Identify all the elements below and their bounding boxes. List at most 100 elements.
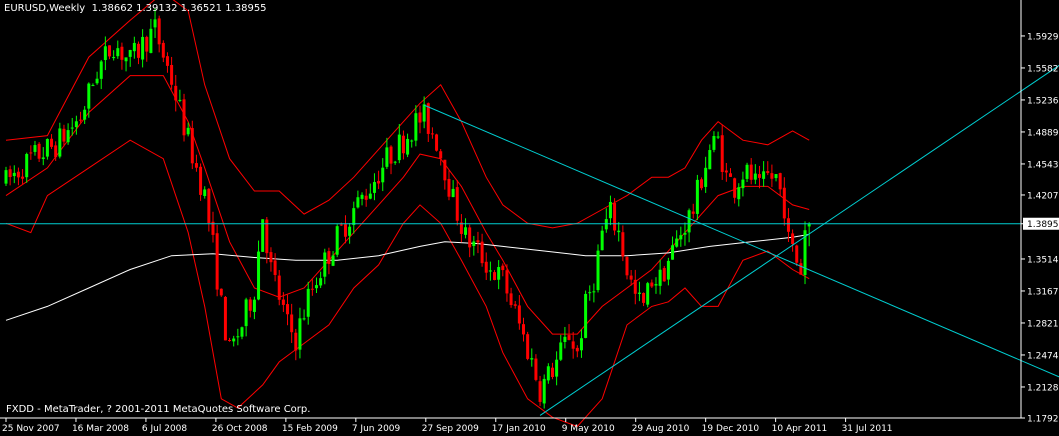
candle-body xyxy=(108,45,111,57)
candle-body xyxy=(182,99,186,136)
candle-body xyxy=(650,282,654,287)
candle-body xyxy=(455,187,459,221)
candle-body xyxy=(414,113,418,141)
candle-body xyxy=(646,283,650,305)
candle-body xyxy=(737,187,741,200)
candle-body xyxy=(310,288,314,290)
candle-body xyxy=(236,336,240,338)
candle-body xyxy=(704,167,708,187)
candle-body xyxy=(16,171,20,178)
candle-body xyxy=(66,130,70,143)
candle-body xyxy=(592,291,596,293)
candle-body xyxy=(625,257,629,276)
candle-body xyxy=(766,171,770,174)
candle-body xyxy=(306,288,310,317)
candle-body xyxy=(418,112,422,123)
candle-body xyxy=(294,332,298,351)
x-tick-label: 16 Mar 2008 xyxy=(72,424,129,434)
candle-body xyxy=(79,119,83,121)
candle-body xyxy=(331,255,335,266)
chart-background xyxy=(0,0,1059,436)
candle-body xyxy=(70,127,74,129)
candle-body xyxy=(600,230,604,251)
candle-body xyxy=(265,219,269,254)
candle-body xyxy=(799,263,803,275)
candle-body xyxy=(422,104,426,122)
candle-body xyxy=(95,78,99,84)
x-tick-label: 19 Dec 2010 xyxy=(702,424,760,434)
candle-body xyxy=(637,292,641,294)
candle-body xyxy=(339,224,343,226)
candle-body xyxy=(716,136,720,138)
y-tick-label: 1.31675 xyxy=(1027,287,1059,297)
candle-body xyxy=(579,338,583,351)
candle-body xyxy=(356,197,360,208)
candle-body xyxy=(488,270,492,272)
x-tick-label: 26 Oct 2008 xyxy=(212,424,268,434)
candle-body xyxy=(149,28,153,53)
candle-body xyxy=(729,173,732,177)
candle-body xyxy=(596,250,600,291)
x-tick-label: 25 Nov 2007 xyxy=(2,424,60,434)
candle-body xyxy=(542,378,546,404)
candle-body xyxy=(480,241,484,264)
candle-body xyxy=(563,336,567,342)
candle-body xyxy=(633,279,637,294)
candle-body xyxy=(343,224,347,237)
price-chart[interactable]: 1.59290 1.55825 1.52360 1.48895 1.45430 1.420… xyxy=(0,0,1059,436)
candle-body xyxy=(555,359,559,377)
candle-body xyxy=(228,339,232,341)
y-tick-label: 1.35140 xyxy=(1027,255,1059,265)
y-tick-label: 1.55825 xyxy=(1027,64,1059,74)
x-tick-label: 29 Aug 2010 xyxy=(632,424,690,434)
candle-body xyxy=(99,61,103,79)
candle xyxy=(182,93,186,142)
candle-body xyxy=(584,293,588,338)
candle-body xyxy=(83,109,87,120)
candle-body xyxy=(190,128,194,164)
candle-body xyxy=(447,178,451,197)
candle-body xyxy=(165,56,169,66)
candle-body xyxy=(484,261,488,273)
candle-body xyxy=(12,172,16,177)
candle-body xyxy=(530,358,534,360)
candle-body xyxy=(215,233,219,290)
candle-body xyxy=(281,299,285,305)
candle-body xyxy=(770,173,774,179)
candle-body xyxy=(136,43,140,58)
candle-body xyxy=(439,151,443,159)
y-tick-label: 1.21280 xyxy=(1027,383,1059,393)
candle-body xyxy=(124,57,128,62)
candle-body xyxy=(683,232,687,235)
candle-body xyxy=(335,226,339,255)
candle-body xyxy=(695,179,699,214)
candle-body xyxy=(753,173,757,180)
candle-body xyxy=(178,99,182,101)
candle-body xyxy=(472,241,476,247)
candle-body xyxy=(186,127,190,135)
candle-body xyxy=(45,138,49,157)
candle-body xyxy=(170,64,174,85)
candle-body xyxy=(8,169,12,178)
candle xyxy=(596,244,600,293)
candle-body xyxy=(298,318,302,350)
candle-body xyxy=(534,358,538,380)
candle xyxy=(215,224,219,297)
candle-body xyxy=(778,173,782,190)
candle-body xyxy=(658,269,662,286)
candle-body xyxy=(62,128,66,142)
candle-body xyxy=(145,36,149,52)
current-price-label: 1.38955 xyxy=(1027,220,1059,230)
y-tick-label: 1.17920 xyxy=(1027,415,1059,425)
candle-body xyxy=(273,260,277,276)
x-tick-label: 9 May 2010 xyxy=(562,424,615,434)
candle-body xyxy=(4,170,8,184)
candle-body xyxy=(464,227,468,235)
candle-body xyxy=(691,211,695,214)
candle-body xyxy=(666,260,670,280)
candle-body xyxy=(389,146,393,164)
x-tick-label: 15 Feb 2009 xyxy=(282,424,338,434)
ohlc-label: 1.38662 1.39132 1.36521 1.38955 xyxy=(91,3,267,14)
candle-body xyxy=(497,267,501,280)
candle-body xyxy=(54,145,58,158)
